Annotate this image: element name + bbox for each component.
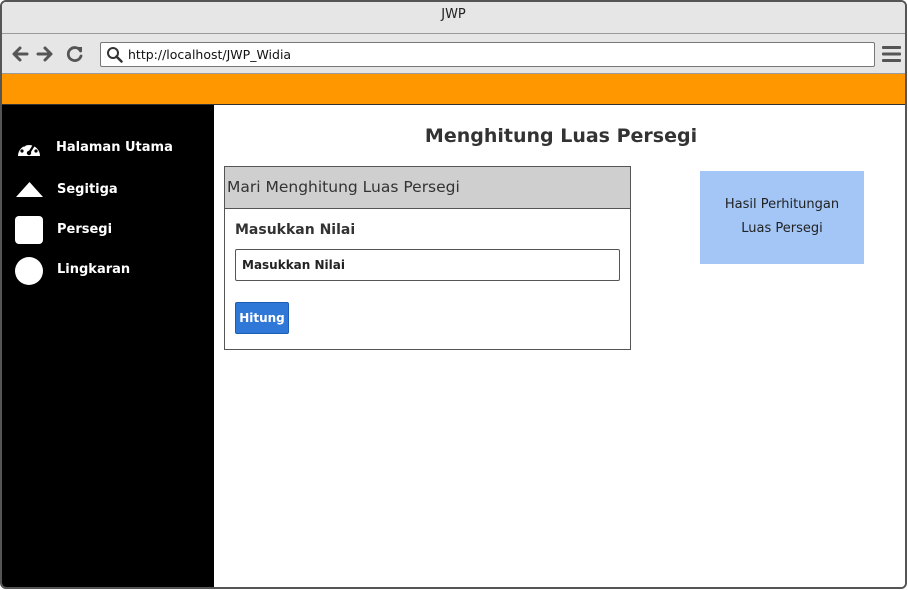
input-label: Masukkan Nilai bbox=[235, 222, 356, 238]
calculation-panel: Mari Menghitung Luas Persegi Masukkan Ni… bbox=[224, 166, 631, 350]
address-bar[interactable]: http://localhost/JWP_Widia bbox=[100, 42, 875, 67]
sidebar-item-lingkaran[interactable]: Lingkaran bbox=[2, 253, 214, 287]
hitung-button[interactable]: Hitung bbox=[235, 302, 289, 334]
header-bar bbox=[2, 74, 905, 105]
sidebar-item-halaman-utama[interactable]: Halaman Utama bbox=[2, 131, 214, 165]
sidebar-item-label: Lingkaran bbox=[57, 262, 131, 277]
window-title: JWP bbox=[441, 7, 466, 22]
result-line-1: Hasil Perhitungan bbox=[724, 197, 840, 212]
forward-arrow-icon[interactable] bbox=[35, 44, 55, 64]
sidebar-item-persegi[interactable]: Persegi bbox=[2, 213, 214, 247]
reload-icon[interactable] bbox=[65, 44, 85, 64]
sidebar-item-segitiga[interactable]: Segitiga bbox=[2, 173, 214, 207]
nilai-input[interactable] bbox=[235, 249, 620, 281]
browser-toolbar: http://localhost/JWP_Widia bbox=[2, 34, 905, 74]
search-icon bbox=[107, 47, 123, 63]
sidebar-item-label: Segitiga bbox=[57, 182, 118, 197]
main-content: Menghitung Luas Persegi Mari Menghitung … bbox=[214, 105, 905, 587]
page-title: Menghitung Luas Persegi bbox=[424, 125, 698, 147]
back-arrow-icon[interactable] bbox=[10, 44, 30, 64]
hamburger-menu-icon[interactable] bbox=[882, 45, 901, 63]
sidebar-item-label: Persegi bbox=[57, 222, 113, 237]
result-line-2: Luas Persegi bbox=[741, 221, 823, 236]
panel-header: Mari Menghitung Luas Persegi bbox=[225, 167, 630, 209]
sidebar: Halaman Utama Segitiga Persegi Lingkaran bbox=[2, 105, 214, 587]
browser-window: JWP http://localhost/JWP_Widia Halaman U… bbox=[0, 0, 907, 589]
result-box: Hasil Perhitungan Luas Persegi bbox=[700, 171, 864, 264]
square-icon bbox=[15, 216, 43, 244]
window-titlebar: JWP bbox=[2, 2, 905, 34]
circle-icon bbox=[15, 257, 43, 285]
url-text: http://localhost/JWP_Widia bbox=[128, 47, 292, 62]
triangle-icon bbox=[16, 182, 43, 197]
sidebar-item-label: Halaman Utama bbox=[56, 140, 173, 155]
dashboard-icon bbox=[18, 140, 40, 156]
